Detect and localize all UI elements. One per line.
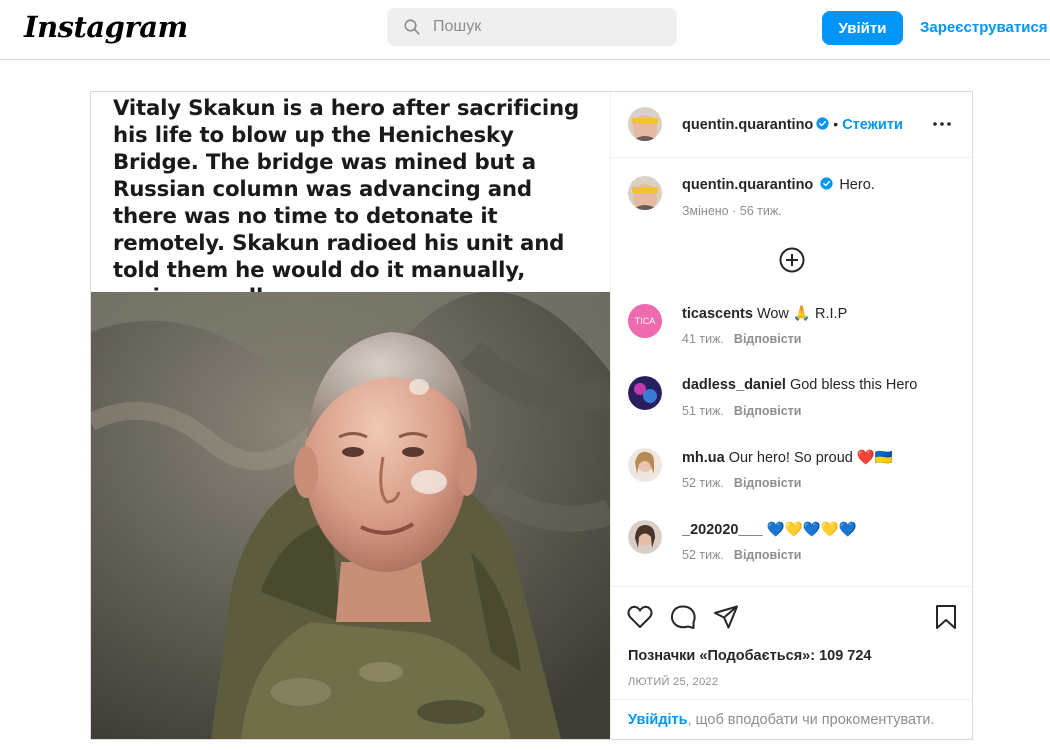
search-icon [404,19,420,35]
comment-age: 51 тиж. [682,404,724,418]
comment-username[interactable]: _202020___ [682,522,763,538]
avatar-icon [628,107,662,141]
search-box[interactable] [387,8,677,46]
soldier-photo [91,292,610,739]
share-icon[interactable] [712,603,740,631]
separator-dot: • [833,116,839,132]
like-heart-icon[interactable] [626,603,654,631]
comment-item: dadless_daniel God bless this Hero 51 тиж… [628,376,958,426]
author-avatar[interactable] [628,107,662,141]
caption-text: quentin.quarantino Hero. [682,177,875,193]
avatar-icon [628,520,662,554]
search-input[interactable] [433,18,653,36]
comment-username[interactable]: mh.ua [682,450,725,466]
comment-text: 💙💛💙💛💙 [766,522,857,538]
caption-author-avatar[interactable] [628,176,662,210]
comment-username[interactable]: ticascents [682,306,753,322]
signup-link[interactable]: Зареєструватися [920,19,1048,36]
avatar-icon: TICA [628,304,662,338]
svg-text:TICA: TICA [635,316,656,326]
post-date: ЛЮТИЙ 25, 2022 [628,676,719,688]
verified-icon [816,117,829,130]
post-actions: Позначки «Подобається»: 109 724 ЛЮТИЙ 25… [611,586,973,739]
top-navigation: Instagram Увійти Зареєструватися [0,0,1050,60]
post-sidebar: quentin.quarantino • Стежити quentin.quara… [610,92,973,739]
post-container: Vitaly Skakun is a hero after sacrificin… [90,91,973,740]
login-button[interactable]: Увійти [822,11,903,45]
comment-age: 52 тиж. [682,548,724,562]
instagram-logo[interactable]: Instagram [24,10,188,44]
avatar-icon [628,448,662,482]
reply-button[interactable]: Відповісти [734,476,802,490]
post-media[interactable]: Vitaly Skakun is a hero after sacrificin… [91,92,610,739]
save-bookmark-icon[interactable] [932,603,960,631]
more-options-icon[interactable] [932,114,952,134]
login-prompt-link[interactable]: Увійдіть [628,712,688,728]
reply-button[interactable]: Відповісти [734,548,802,562]
caption-meta: Змінено · 56 тиж. [682,204,782,218]
commenter-avatar[interactable] [628,520,662,554]
comment-item: mh.ua Our hero! So proud ❤️🇺🇦 52 тиж. Відп… [628,448,958,498]
commenter-avatar[interactable] [628,448,662,482]
verified-icon [820,177,833,190]
load-more-comments-icon[interactable] [778,246,806,274]
soldier-photo-illustration [91,292,610,739]
reply-button[interactable]: Відповісти [734,404,802,418]
login-prompt: Увійдіть, щоб вподобати чи прокоментуват… [611,699,973,740]
comment-username[interactable]: dadless_daniel [682,377,786,393]
comment-age: 41 тиж. [682,332,724,346]
login-prompt-text: , щоб вподобати чи прокоментувати. [687,712,935,728]
commenter-avatar[interactable]: TICA [628,304,662,338]
avatar-icon [628,176,662,210]
commenter-avatar[interactable] [628,376,662,410]
reply-button[interactable]: Відповісти [734,332,802,346]
comment-age: 52 тиж. [682,476,724,490]
post-caption: quentin.quarantino Hero. Змінено · 56 ти… [628,176,958,218]
caption-body: Hero. [839,177,875,193]
author-username[interactable]: quentin.quarantino [682,117,813,133]
follow-button[interactable]: Стежити [842,117,903,133]
comment-item: _202020___ 💙💛💙💛💙 52 тиж. Відповісти [628,520,958,570]
likes-count[interactable]: Позначки «Подобається»: 109 724 [628,648,872,664]
caption-username[interactable]: quentin.quarantino [682,177,813,193]
post-header: quentin.quarantino • Стежити [611,92,973,158]
comment-item: TICA ticascents Wow 🙏 R.I.P 41 тиж. Відпов… [628,304,958,354]
comment-text: God bless this Hero [789,377,918,393]
image-caption-text: Vitaly Skakun is a hero after sacrificin… [91,92,610,310]
avatar-icon [628,376,662,410]
comment-text: Our hero! So proud ❤️🇺🇦 [728,450,893,466]
comment-icon[interactable] [669,603,697,631]
comment-text: Wow 🙏 R.I.P [756,306,848,322]
